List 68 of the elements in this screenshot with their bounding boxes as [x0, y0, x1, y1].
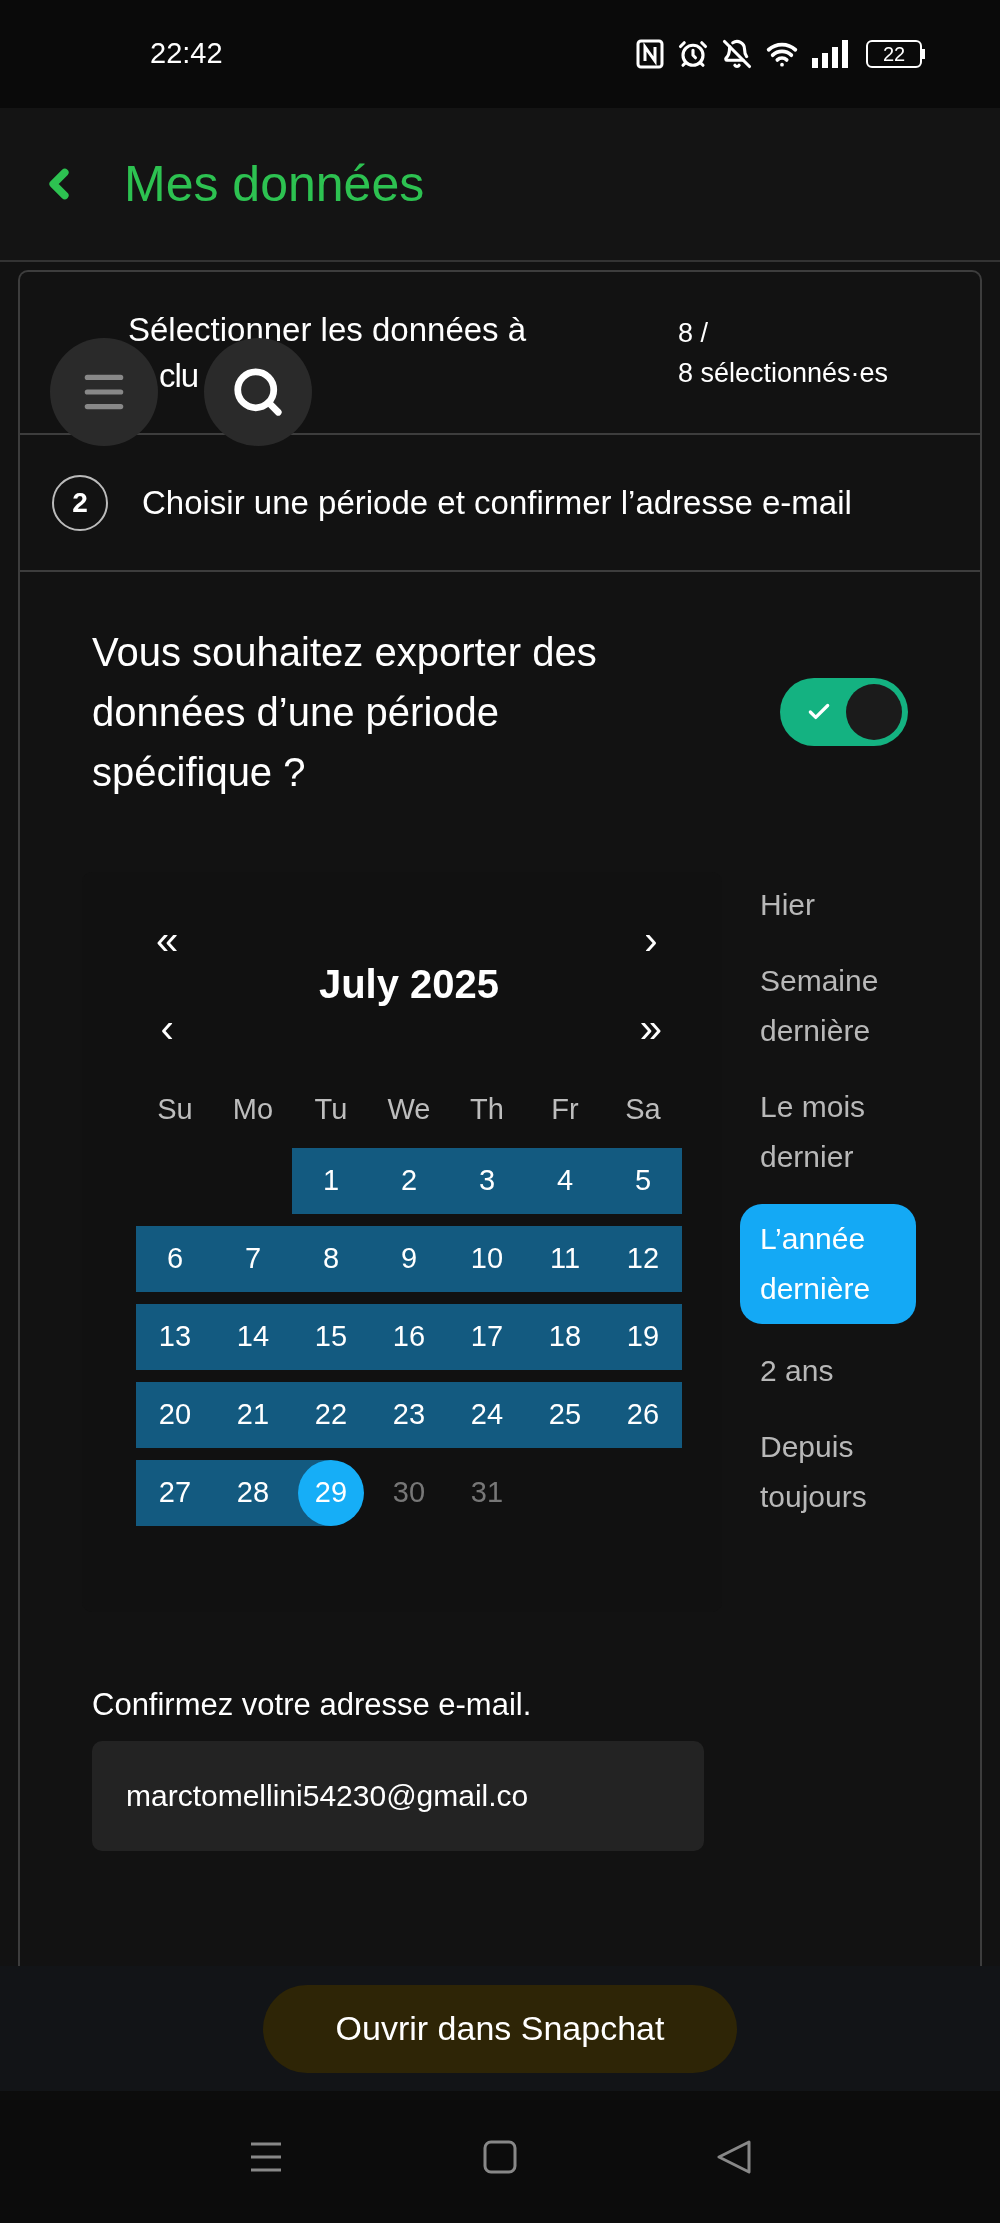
calendar-day[interactable]: 6 [136, 1225, 214, 1292]
period-preset[interactable]: Depuis toujours [740, 1418, 916, 1526]
step-title: clu [159, 355, 199, 396]
calendar-day[interactable]: 21 [214, 1381, 292, 1448]
step-number: 2 [52, 474, 108, 531]
status-time: 22:42 [150, 36, 223, 72]
step-title: Sélectionner les données à [128, 309, 528, 350]
email-field[interactable]: marctomellini54230@gmail.co [92, 1740, 704, 1851]
calendar-day[interactable]: 27 [136, 1459, 214, 1526]
period-question: Vous souhaitez exporter des données d’une période spécifique ? [92, 629, 598, 796]
alarm-icon [678, 39, 708, 69]
weekday-label: Tu [313, 1092, 349, 1127]
calendar-day[interactable]: 18 [526, 1303, 604, 1370]
calendar-day[interactable]: 16 [370, 1303, 448, 1370]
calendar-day[interactable]: 28 [214, 1459, 292, 1526]
weekday-label: Sa [624, 1092, 662, 1127]
calendar-day[interactable]: 11 [526, 1225, 604, 1292]
calendar-day[interactable]: 4 [526, 1147, 604, 1214]
nfc-icon [636, 39, 664, 69]
weekday-label: We [386, 1092, 432, 1127]
step-title: Choisir une période et confirmer l’adresse e-mail [142, 482, 852, 523]
recent-apps-icon[interactable] [249, 2140, 283, 2174]
calendar-title: July 2025 [318, 961, 500, 1008]
next-year-button[interactable]: » [639, 1004, 662, 1052]
calendar-day[interactable]: 19 [604, 1303, 682, 1370]
period-preset[interactable]: Semaine dernière [740, 952, 916, 1060]
weekday-label: Mo [231, 1092, 275, 1127]
calendar-day[interactable]: 24 [448, 1381, 526, 1448]
weekday-label: Su [156, 1092, 194, 1127]
calendar-day[interactable]: 12 [604, 1225, 682, 1292]
selection-count: 8 sélectionnés·es [678, 356, 890, 390]
previous-year-button[interactable]: « [156, 916, 179, 964]
previous-month-button[interactable]: ‹ [156, 1004, 179, 1052]
calendar-day[interactable]: 20 [136, 1381, 214, 1448]
weekday-label: Fr [550, 1092, 580, 1127]
calendar-day[interactable]: 9 [370, 1225, 448, 1292]
calendar-day[interactable]: 23 [370, 1381, 448, 1448]
home-icon[interactable] [483, 2140, 517, 2174]
calendar-day[interactable]: 17 [448, 1303, 526, 1370]
calendar-day[interactable]: 22 [292, 1381, 370, 1448]
period-preset[interactable]: Hier [740, 876, 916, 934]
open-in-app-button[interactable]: Ouvrir dans Snapchat [263, 1984, 737, 2073]
calendar-day[interactable]: 25 [526, 1381, 604, 1448]
muted-bell-icon [722, 39, 752, 69]
next-month-button[interactable]: › [639, 916, 662, 964]
email-label: Confirmez votre adresse e-mail. [92, 1686, 533, 1724]
toggle-knob [846, 684, 902, 740]
battery-level: 22 [882, 44, 906, 64]
calendar-day[interactable]: 2 [370, 1147, 448, 1214]
selection-count: 8 / [678, 316, 710, 350]
calendar-day[interactable]: 8 [292, 1225, 370, 1292]
calendar-day[interactable]: 3 [448, 1147, 526, 1214]
calendar-day[interactable]: 14 [214, 1303, 292, 1370]
calendar-day: 31 [448, 1459, 526, 1526]
weekday-label: Th [469, 1092, 505, 1127]
calendar-day[interactable]: 7 [214, 1225, 292, 1292]
calendar-day[interactable]: 13 [136, 1303, 214, 1370]
period-preset[interactable]: 2 ans [740, 1342, 916, 1400]
back-nav-icon[interactable] [717, 2140, 751, 2174]
page-title: Mes données [124, 154, 425, 214]
search-icon [231, 365, 285, 419]
calendar-day[interactable]: 15 [292, 1303, 370, 1370]
calendar-day[interactable]: 26 [604, 1381, 682, 1448]
calendar-day[interactable]: 10 [448, 1225, 526, 1292]
calendar-day: 30 [370, 1459, 448, 1526]
calendar-day[interactable]: 1 [292, 1147, 370, 1214]
calendar-day[interactable]: 5 [604, 1147, 682, 1214]
period-preset[interactable]: Le mois dernier [740, 1078, 916, 1186]
